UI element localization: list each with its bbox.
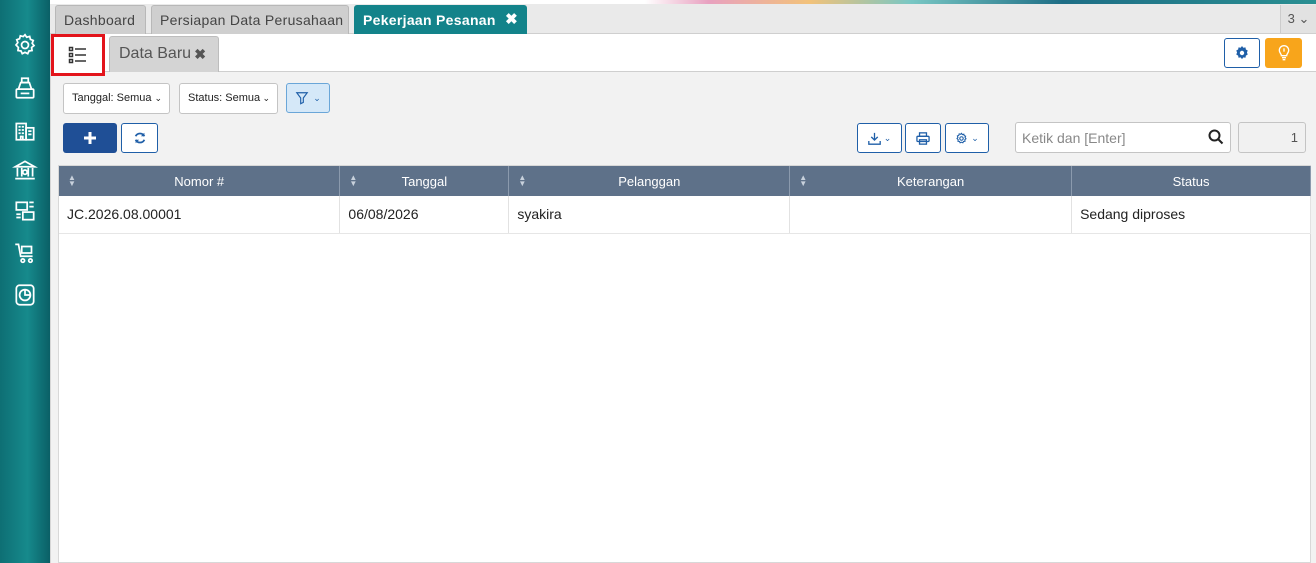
add-button[interactable] <box>63 123 117 153</box>
chevron-down-icon: ⌄ <box>154 93 162 103</box>
column-header-keterangan[interactable]: ▲ ▼ Keterangan <box>789 166 1073 196</box>
cell-status: Sedang diproses <box>1071 196 1311 234</box>
sort-icon: ▲ ▼ <box>799 173 808 188</box>
filter-icon <box>295 92 309 105</box>
download-button[interactable]: ⌄ <box>857 123 902 153</box>
cell-pelanggan: syakira <box>508 196 791 234</box>
tab-label: Persiapan Data Perusahaan <box>160 12 344 28</box>
bank-icon[interactable] <box>11 156 39 184</box>
table-header-row: ▲ ▼ Nomor # ▲ ▼ Tanggal ▲ ▼ Pelanggan ▲ ▼ Ke… <box>59 166 1311 196</box>
building-icon[interactable] <box>11 116 39 144</box>
table-row[interactable]: JC.2026.08.00001 06/08/2026 syakira Seda… <box>59 196 1311 234</box>
sort-icon: ▲ ▼ <box>68 173 76 188</box>
cash-register-icon[interactable] <box>11 74 39 102</box>
search-box <box>1015 122 1231 153</box>
tab-dashboard[interactable]: Dashboard <box>55 5 146 34</box>
cell-nomor: JC.2026.08.00001 <box>59 196 341 234</box>
printer-icon <box>916 131 930 145</box>
list-icon <box>68 46 86 64</box>
column-header-label: Pelanggan <box>618 173 681 189</box>
sort-icon: ▲ ▼ <box>518 173 527 188</box>
cell-keterangan <box>789 196 1073 234</box>
tab-persiapan-data-perusahaan[interactable]: Persiapan Data Perusahaan <box>151 5 349 34</box>
lightbulb-icon <box>1278 45 1289 61</box>
column-header-tanggal[interactable]: ▲ ▼ Tanggal <box>339 166 510 196</box>
subtab-row: Data Baru ✖ <box>51 34 1316 76</box>
tab-label: Dashboard <box>64 12 136 28</box>
chevron-down-icon: ⌄ <box>971 132 979 143</box>
column-header-pelanggan[interactable]: ▲ ▼ Pelanggan <box>508 166 791 196</box>
cell-tanggal: 06/08/2026 <box>339 196 510 234</box>
column-header-label: Keterangan <box>897 173 965 189</box>
advanced-filter-button[interactable]: ⌄ <box>286 83 330 113</box>
column-header-label: Status <box>1172 173 1210 189</box>
subtab-data-baru[interactable]: Data Baru ✖ <box>109 36 219 72</box>
gear-icon <box>956 131 967 144</box>
column-header-nomor[interactable]: ▲ ▼ Nomor # <box>59 166 341 196</box>
plus-icon <box>84 132 96 144</box>
close-tab-icon[interactable]: ✖ <box>505 6 518 34</box>
tips-button[interactable] <box>1265 38 1302 68</box>
close-subtab-icon[interactable]: ✖ <box>194 37 206 71</box>
gear-icon <box>1236 46 1248 60</box>
settings-gear-icon[interactable] <box>11 31 39 59</box>
sidebar <box>0 0 50 563</box>
data-table: ▲ ▼ Nomor # ▲ ▼ Tanggal ▲ ▼ Pelanggan ▲ ▼ Ke… <box>59 166 1311 234</box>
page-number[interactable]: 1 <box>1238 122 1306 153</box>
refresh-icon <box>134 132 145 144</box>
status-filter-dropdown[interactable]: Status: Semua ⌄ <box>179 83 278 114</box>
subtab-label: Data Baru <box>119 45 192 62</box>
cart-icon[interactable] <box>11 239 39 267</box>
data-table-container: ▲ ▼ Nomor # ▲ ▼ Tanggal ▲ ▼ Pelanggan ▲ ▼ Ke… <box>58 165 1311 563</box>
options-button[interactable]: ⌄ <box>945 123 989 153</box>
chevron-down-icon: ⌄ <box>262 93 270 103</box>
download-icon <box>867 132 881 145</box>
search-icon[interactable] <box>1208 129 1224 145</box>
column-header-label: Nomor # <box>174 173 225 189</box>
column-header-label: Tanggal <box>401 173 448 189</box>
main-panel: Data Baru ✖ Tanggal: Semua ⌄ Status: Sem… <box>50 34 1316 563</box>
search-input[interactable] <box>1016 123 1196 152</box>
tab-label: Pekerjaan Pesanan <box>363 12 496 28</box>
print-button[interactable] <box>905 123 941 153</box>
column-header-status[interactable]: Status <box>1071 166 1311 196</box>
list-view-button[interactable] <box>51 34 105 76</box>
tab-pekerjaan-pesanan[interactable]: Pekerjaan Pesanan ✖ <box>354 5 527 34</box>
status-filter-label: Status: Semua <box>188 92 261 104</box>
chevron-down-icon: ⌄ <box>313 92 321 103</box>
date-filter-label: Tanggal: Semua <box>72 92 152 104</box>
date-filter-dropdown[interactable]: Tanggal: Semua ⌄ <box>63 83 170 114</box>
production-icon[interactable] <box>11 197 39 225</box>
tab-bar: Dashboard Persiapan Data Perusahaan Peke… <box>50 4 1316 34</box>
settings-button[interactable] <box>1224 38 1260 68</box>
refresh-button[interactable] <box>121 123 158 153</box>
tab-count-dropdown[interactable]: 3 ⌄ <box>1280 5 1316 33</box>
sort-icon: ▲ ▼ <box>349 173 358 188</box>
chevron-down-icon: ⌄ <box>883 132 892 143</box>
report-icon[interactable] <box>11 281 39 309</box>
